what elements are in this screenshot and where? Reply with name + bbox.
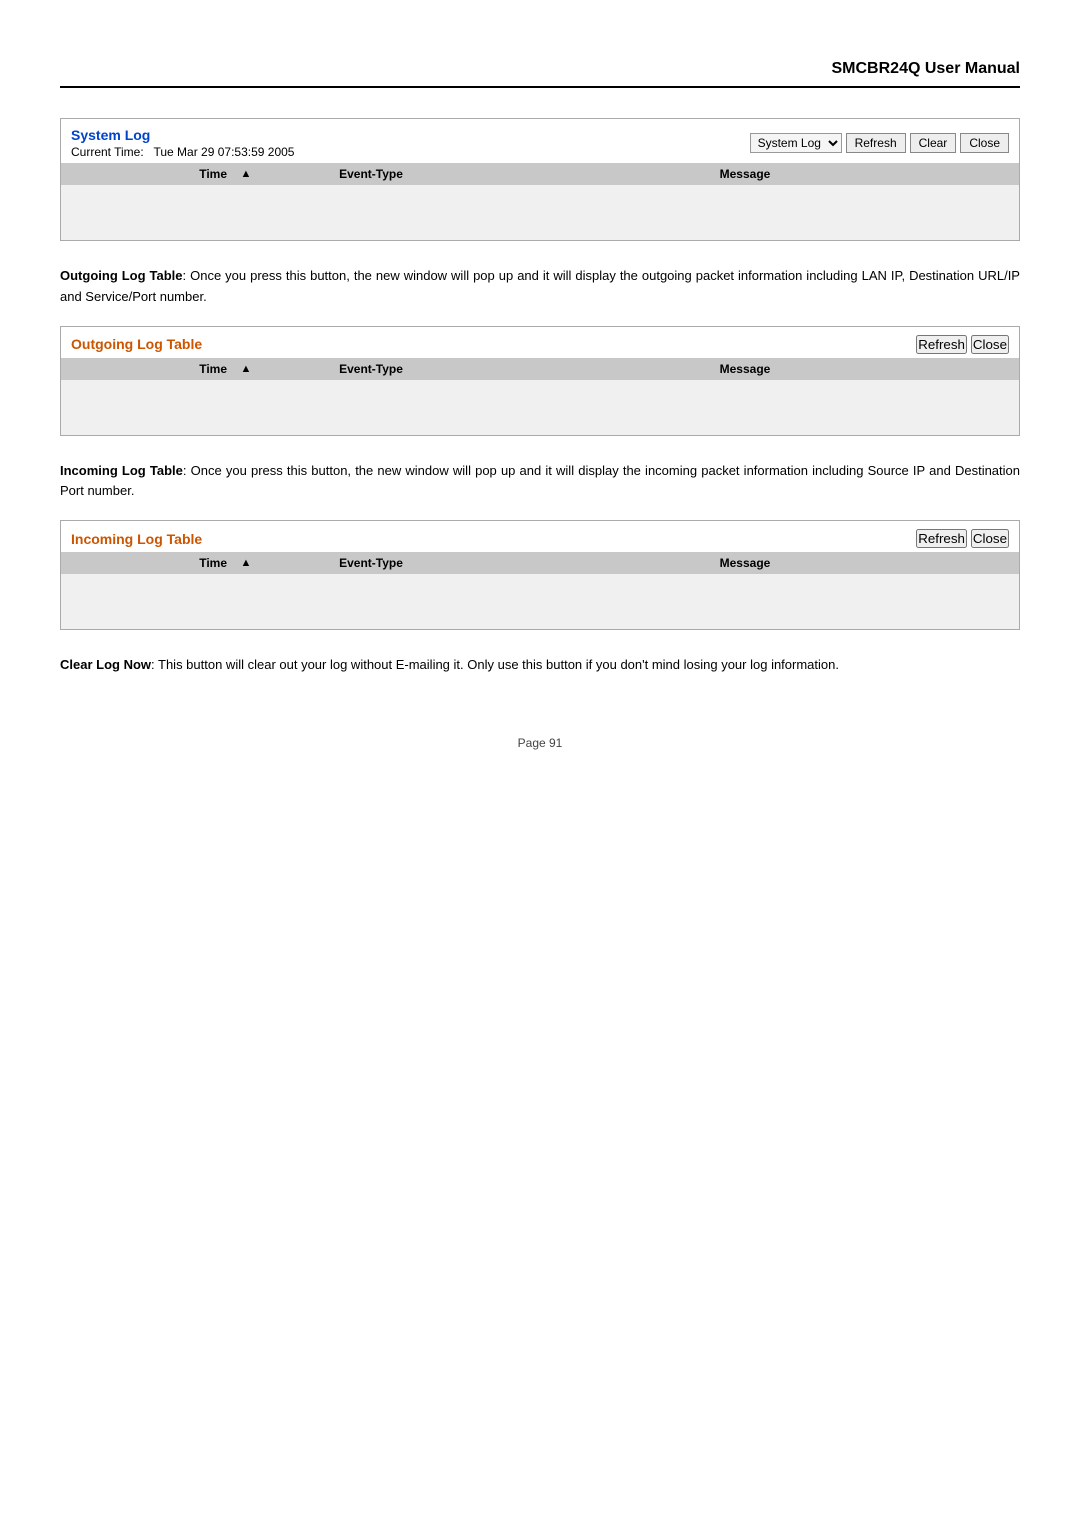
outgoing-col-sort: ▲ bbox=[231, 363, 261, 375]
system-log-table-body bbox=[61, 185, 1019, 240]
clear-log-bold-term: Clear Log Now bbox=[60, 657, 151, 672]
page-number: Page 91 bbox=[518, 736, 563, 750]
system-log-col-message: Message bbox=[481, 167, 1009, 181]
incoming-close-button[interactable]: Close bbox=[971, 529, 1009, 548]
incoming-log-header-row: Incoming Log Table Refresh Close bbox=[61, 521, 1019, 552]
system-log-title-area: System Log Current Time: Tue Mar 29 07:5… bbox=[71, 127, 294, 159]
outgoing-log-controls: Refresh Close bbox=[916, 335, 1009, 354]
outgoing-bold-term: Outgoing Log Table bbox=[60, 268, 183, 283]
clear-log-description: Clear Log Now: This button will clear ou… bbox=[60, 655, 1020, 676]
system-log-close-button[interactable]: Close bbox=[960, 133, 1009, 153]
system-log-clear-button[interactable]: Clear bbox=[910, 133, 957, 153]
outgoing-description-text: : Once you press this button, the new wi… bbox=[60, 268, 1020, 304]
incoming-refresh-button[interactable]: Refresh bbox=[916, 529, 967, 548]
outgoing-log-table-body bbox=[61, 380, 1019, 435]
outgoing-description: Outgoing Log Table: Once you press this … bbox=[60, 266, 1020, 308]
page-footer: Page 91 bbox=[60, 736, 1020, 750]
outgoing-close-button[interactable]: Close bbox=[971, 335, 1009, 354]
outgoing-refresh-button[interactable]: Refresh bbox=[916, 335, 967, 354]
system-log-table-header: Time ▲ Event-Type Message bbox=[61, 163, 1019, 185]
incoming-log-panel: Incoming Log Table Refresh Close Time ▲ … bbox=[60, 520, 1020, 630]
outgoing-col-time: Time bbox=[71, 362, 231, 376]
incoming-log-table-body bbox=[61, 574, 1019, 629]
system-log-col-sort: ▲ bbox=[231, 168, 261, 180]
outgoing-log-panel: Outgoing Log Table Refresh Close Time ▲ … bbox=[60, 326, 1020, 436]
system-log-col-time: Time bbox=[71, 167, 231, 181]
incoming-log-controls: Refresh Close bbox=[916, 529, 1009, 548]
current-time-label: Current Time: bbox=[71, 145, 144, 159]
system-log-col-event: Event-Type bbox=[261, 167, 481, 181]
current-time-value: Tue Mar 29 07:53:59 2005 bbox=[153, 145, 294, 159]
outgoing-col-message: Message bbox=[481, 362, 1009, 376]
incoming-description-text: : Once you press this button, the new wi… bbox=[60, 463, 1020, 499]
incoming-col-message: Message bbox=[481, 556, 1009, 570]
system-log-header-row: System Log Current Time: Tue Mar 29 07:5… bbox=[61, 119, 1019, 163]
system-log-refresh-button[interactable]: Refresh bbox=[846, 133, 906, 153]
incoming-log-title: Incoming Log Table bbox=[71, 531, 202, 547]
system-log-controls: System Log Refresh Clear Close bbox=[750, 133, 1009, 153]
incoming-col-time: Time bbox=[71, 556, 231, 570]
outgoing-log-table-header: Time ▲ Event-Type Message bbox=[61, 358, 1019, 380]
clear-log-description-text: : This button will clear out your log wi… bbox=[151, 657, 839, 672]
page-header: SMCBR24Q User Manual bbox=[60, 60, 1020, 88]
incoming-col-sort: ▲ bbox=[231, 557, 261, 569]
incoming-bold-term: Incoming Log Table bbox=[60, 463, 183, 478]
outgoing-col-event: Event-Type bbox=[261, 362, 481, 376]
incoming-log-table-header: Time ▲ Event-Type Message bbox=[61, 552, 1019, 574]
system-log-panel: System Log Current Time: Tue Mar 29 07:5… bbox=[60, 118, 1020, 241]
system-log-title: System Log bbox=[71, 127, 294, 143]
current-time-row: Current Time: Tue Mar 29 07:53:59 2005 bbox=[71, 145, 294, 159]
outgoing-log-title: Outgoing Log Table bbox=[71, 336, 202, 352]
outgoing-log-header-row: Outgoing Log Table Refresh Close bbox=[61, 327, 1019, 358]
incoming-description: Incoming Log Table: Once you press this … bbox=[60, 461, 1020, 503]
incoming-col-event: Event-Type bbox=[261, 556, 481, 570]
system-log-dropdown[interactable]: System Log bbox=[750, 133, 842, 153]
page-title: SMCBR24Q User Manual bbox=[832, 60, 1021, 77]
